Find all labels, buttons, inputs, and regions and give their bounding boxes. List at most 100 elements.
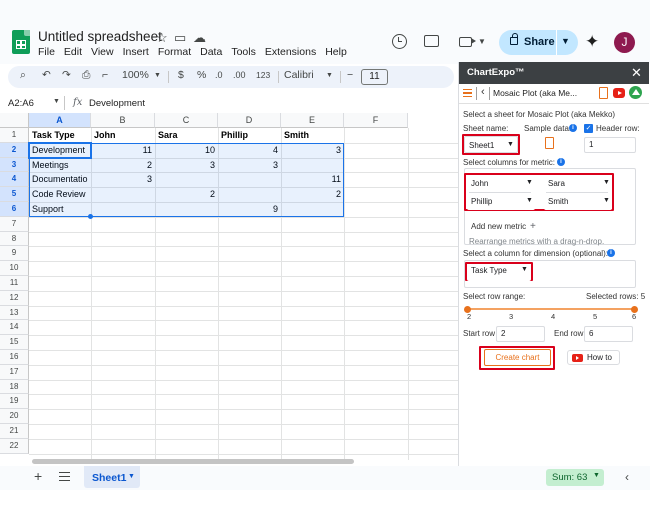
add-metric-plus-icon[interactable]: + xyxy=(530,221,536,232)
metric-select-sara[interactable]: Sara ▼ xyxy=(544,175,612,192)
chevron-down-icon[interactable]: ▼ xyxy=(53,98,60,105)
chevron-down-icon[interactable]: ▼ xyxy=(326,72,333,79)
font-select[interactable]: Calibri xyxy=(284,69,314,81)
header-row-checkbox[interactable]: ✓ xyxy=(584,124,593,133)
row-header-20[interactable]: 20 xyxy=(0,409,29,424)
chevron-down-icon[interactable]: ▼ xyxy=(561,36,570,46)
row-header-5[interactable]: 5 xyxy=(0,187,29,202)
cell[interactable]: Task Type xyxy=(32,130,88,143)
sheet-tab[interactable]: Sheet1 ▼ xyxy=(84,466,140,488)
cell[interactable]: Documentation xyxy=(32,174,88,187)
cell[interactable]: 9 xyxy=(221,204,278,217)
cell[interactable]: Phillip xyxy=(221,130,278,143)
row-header-12[interactable]: 12 xyxy=(0,290,29,306)
cloud-status-icon[interactable]: ☁ xyxy=(193,30,206,46)
font-size-decrease-button[interactable]: − xyxy=(347,69,353,81)
close-icon[interactable]: ✕ xyxy=(631,65,642,81)
file-icon[interactable] xyxy=(599,87,608,99)
hamburger-menu-icon[interactable] xyxy=(463,89,472,97)
menu-view[interactable]: View xyxy=(91,46,114,58)
comments-icon[interactable] xyxy=(424,35,439,47)
chevron-down-icon[interactable]: ▼ xyxy=(154,72,161,79)
cell[interactable]: 11 xyxy=(94,145,152,158)
add-sheet-button[interactable]: + xyxy=(34,468,42,484)
youtube-icon[interactable] xyxy=(613,88,625,98)
cell[interactable]: Sara xyxy=(158,130,215,143)
menu-format[interactable]: Format xyxy=(158,46,191,58)
zoom-select[interactable]: 100% xyxy=(122,69,149,81)
decrease-decimals-button[interactable]: .0 xyxy=(215,70,223,80)
menu-extensions[interactable]: Extensions xyxy=(265,46,316,58)
version-history-icon[interactable] xyxy=(392,34,407,49)
row-header-6[interactable]: 6 xyxy=(0,202,29,217)
row-header-17[interactable]: 17 xyxy=(0,364,29,380)
row-header-3[interactable]: 3 xyxy=(0,157,29,173)
select-all-corner[interactable] xyxy=(0,113,29,128)
start-row-input[interactable]: 2 xyxy=(496,326,545,342)
cell[interactable]: 10 xyxy=(158,145,215,158)
metric-select-john[interactable]: John ▼ xyxy=(467,175,535,192)
all-sheets-menu-icon[interactable] xyxy=(59,472,70,481)
undo-icon[interactable]: ↶ xyxy=(42,69,51,81)
currency-format-button[interactable]: $ xyxy=(178,69,184,81)
percent-format-button[interactable]: % xyxy=(197,69,206,81)
info-icon[interactable]: i xyxy=(557,158,565,166)
how-to-button[interactable]: How to xyxy=(567,350,620,365)
drive-upload-icon[interactable] xyxy=(629,86,642,99)
redo-icon[interactable]: ↷ xyxy=(62,69,71,81)
document-title[interactable]: Untitled spreadsheet xyxy=(38,29,162,44)
add-metric-button[interactable]: Add new metric xyxy=(471,222,526,231)
formula-input[interactable]: Development xyxy=(89,98,145,109)
row-header-1[interactable]: 1 xyxy=(0,128,29,143)
cell[interactable]: Smith xyxy=(284,130,341,143)
cell[interactable]: 2 xyxy=(158,189,215,202)
menu-edit[interactable]: Edit xyxy=(64,46,82,58)
meet-video-icon[interactable] xyxy=(459,37,476,47)
move-folder-icon[interactable]: ▭ xyxy=(174,30,186,46)
row-header-22[interactable]: 22 xyxy=(0,438,29,454)
menu-data[interactable]: Data xyxy=(200,46,222,58)
row-header-11[interactable]: 11 xyxy=(0,276,29,291)
explore-sum-badge[interactable]: Sum: 63 ▼ xyxy=(546,469,604,486)
chevron-left-icon[interactable]: ‹ xyxy=(625,470,629,484)
cell[interactable]: 3 xyxy=(158,160,215,173)
column-header-d[interactable]: D xyxy=(218,113,281,128)
number-format-button[interactable]: 123 xyxy=(256,70,270,80)
row-header-9[interactable]: 9 xyxy=(0,246,29,262)
metric-select-smith[interactable]: Smith ▼ xyxy=(544,193,612,210)
column-header-b[interactable]: B xyxy=(91,113,155,128)
name-box[interactable]: A2:A6 xyxy=(8,98,34,109)
row-header-16[interactable]: 16 xyxy=(0,350,29,365)
column-header-e[interactable]: E xyxy=(281,113,344,128)
cell[interactable]: Meetings xyxy=(32,160,88,173)
cell[interactable]: Support xyxy=(32,204,88,217)
cell[interactable]: 11 xyxy=(284,174,341,187)
row-range-slider[interactable] xyxy=(467,308,635,310)
share-button[interactable]: Share ▼ xyxy=(499,30,578,55)
column-header-a[interactable]: A xyxy=(29,113,91,128)
horizontal-scrollbar[interactable] xyxy=(32,459,354,464)
menu-file[interactable]: File xyxy=(38,46,55,58)
avatar[interactable]: J xyxy=(614,32,635,53)
menu-tools[interactable]: Tools xyxy=(231,46,256,58)
row-header-8[interactable]: 8 xyxy=(0,231,29,247)
row-header-21[interactable]: 21 xyxy=(0,424,29,439)
cell[interactable]: John xyxy=(94,130,152,143)
cell[interactable]: 3 xyxy=(284,145,341,158)
star-icon[interactable]: ☆ xyxy=(156,30,168,46)
font-size-input[interactable]: 11 xyxy=(361,69,388,85)
create-chart-button[interactable]: Create chart xyxy=(484,349,551,366)
row-header-18[interactable]: 18 xyxy=(0,379,29,395)
gemini-sparkle-icon[interactable]: ✦ xyxy=(585,32,599,52)
metric-select-phillip[interactable]: Phillip ▼ xyxy=(467,193,535,210)
spreadsheet-grid[interactable]: A B C D E F 1 2 3 4 5 6 7 8 9 10 11 12 13 14 15 16 17 18 19 20 21 2… xyxy=(0,113,458,460)
info-icon[interactable]: i xyxy=(607,249,615,257)
search-menus-icon[interactable]: ⌕ xyxy=(20,69,26,82)
row-header-10[interactable]: 10 xyxy=(0,261,29,276)
row-header-13[interactable]: 13 xyxy=(0,305,29,321)
menu-insert[interactable]: Insert xyxy=(123,46,149,58)
sample-data-icon[interactable] xyxy=(545,137,554,149)
increase-decimals-button[interactable]: .00 xyxy=(233,70,246,80)
column-header-c[interactable]: C xyxy=(155,113,218,128)
print-icon[interactable]: ⎙ xyxy=(82,69,90,82)
